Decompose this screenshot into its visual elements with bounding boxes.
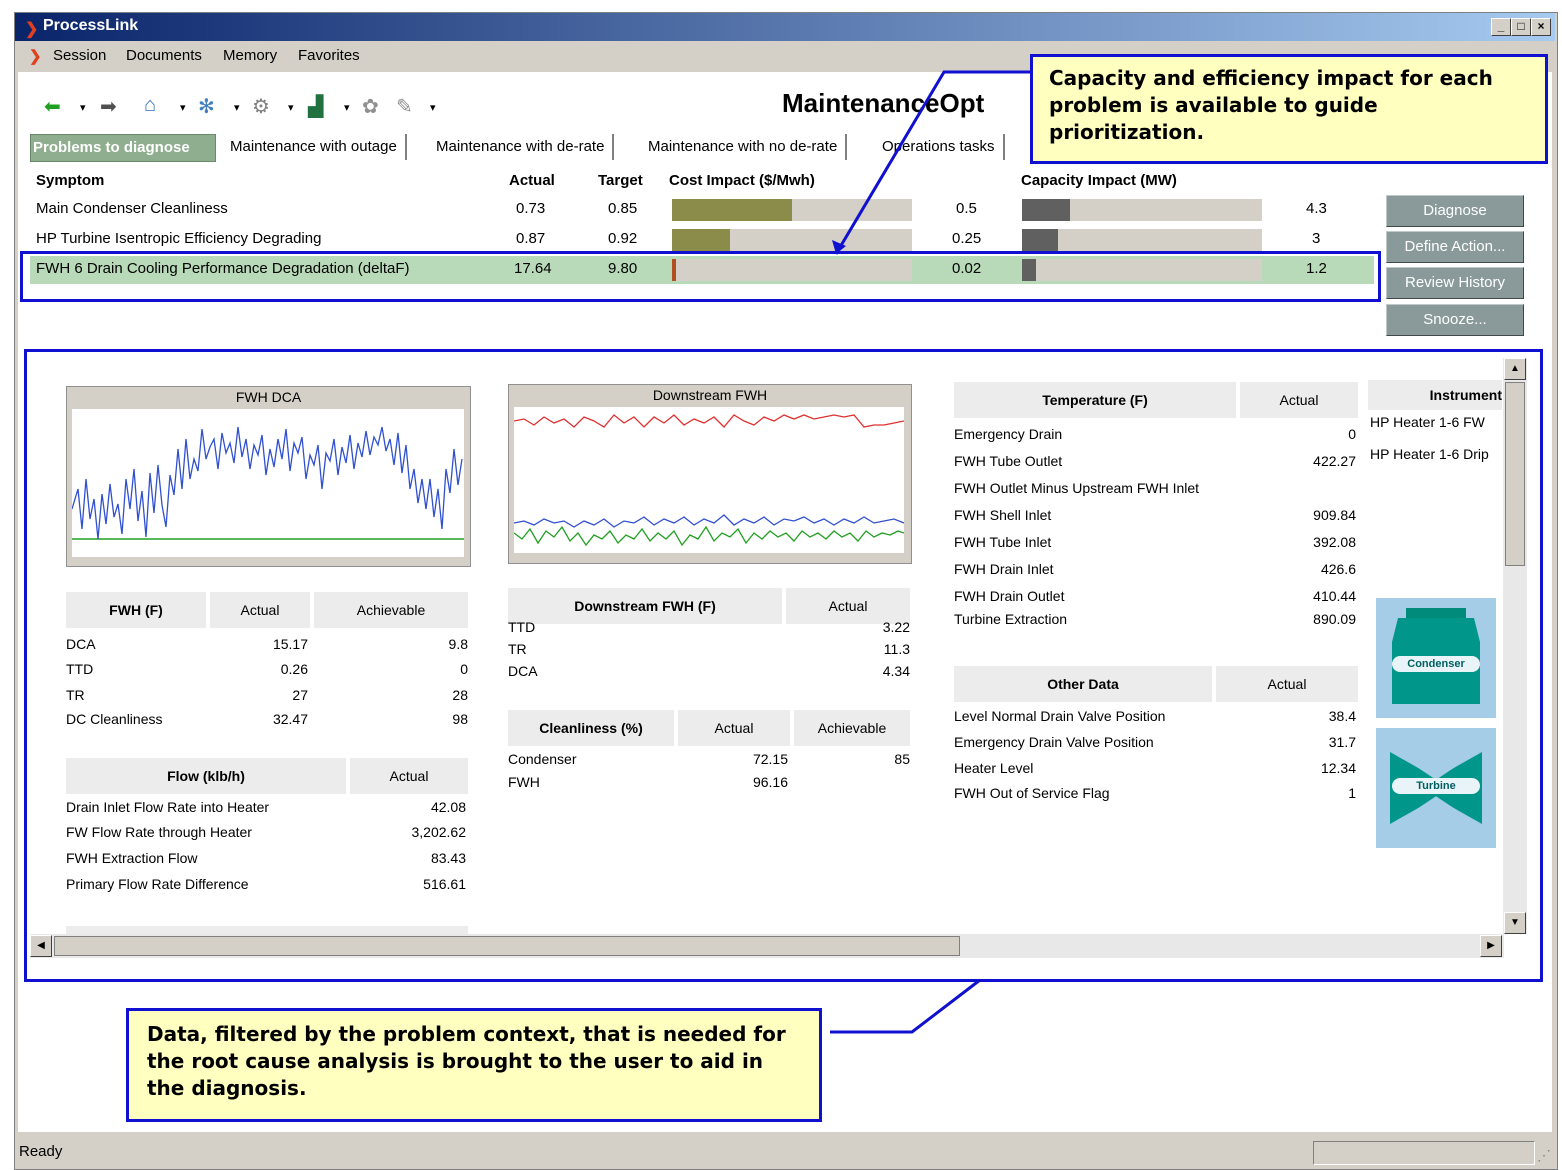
callout-connectors xyxy=(830,70,1030,1034)
resize-grip-icon[interactable]: ⋰ xyxy=(1537,1147,1551,1164)
bottom-connector-line xyxy=(830,978,981,1034)
status-text: Ready xyxy=(19,1143,63,1160)
status-bar: Ready ⋰ xyxy=(15,1137,1555,1167)
status-panel xyxy=(1313,1141,1535,1165)
top-connector-line xyxy=(834,70,1030,255)
